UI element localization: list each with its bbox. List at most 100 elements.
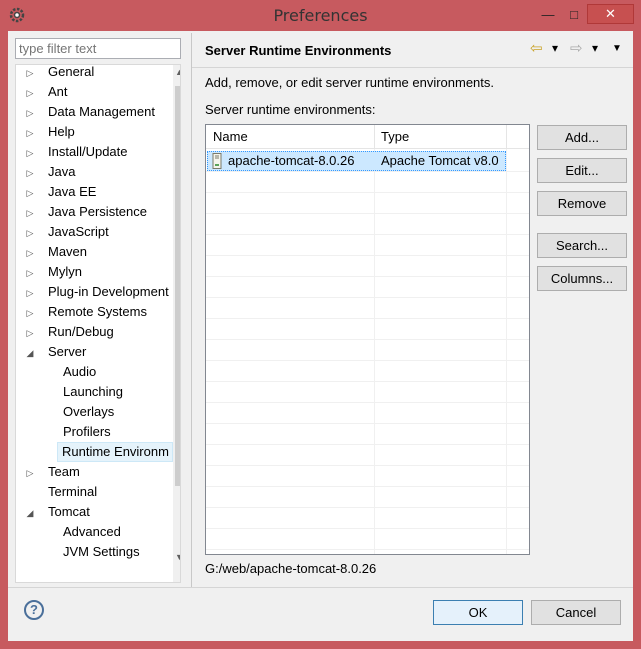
back-arrow-icon[interactable]: ⇦	[530, 39, 543, 57]
tree-item-label: Plug-in Development	[48, 284, 169, 299]
tree-item[interactable]: Runtime Environm	[57, 442, 173, 462]
tree-item[interactable]: Terminal	[24, 482, 97, 502]
tree-item[interactable]: JVM Settings	[63, 542, 140, 562]
tree-item[interactable]: ▷ Remote Systems	[24, 302, 147, 322]
tree-item[interactable]: Advanced	[63, 522, 121, 542]
tree-item[interactable]: ▷ Install/Update	[24, 142, 128, 162]
collapsed-arrow-icon[interactable]: ▷	[24, 163, 36, 183]
column-header-type[interactable]: Type	[381, 129, 409, 144]
scroll-down-icon[interactable]: ▼	[175, 552, 180, 562]
tree-item[interactable]: Overlays	[63, 402, 114, 422]
help-icon[interactable]: ?	[24, 600, 44, 620]
tree-item[interactable]: ▷ JavaScript	[24, 222, 109, 242]
row-gridline	[206, 339, 529, 340]
maximize-button[interactable]: □	[561, 4, 587, 24]
dialog-client: ▲ ▼ ◀ ▶ ▷General▷Ant▷Data Management▷Hel…	[8, 31, 633, 641]
collapsed-arrow-icon[interactable]: ▷	[24, 65, 36, 83]
collapsed-arrow-icon[interactable]: ▷	[24, 203, 36, 223]
collapsed-arrow-icon[interactable]: ▷	[24, 463, 36, 483]
tree-item[interactable]: ▷ Team	[24, 462, 80, 482]
tree-item-label: Audio	[63, 364, 97, 379]
tree-item[interactable]: ◢ Tomcat	[24, 502, 90, 522]
tree-item[interactable]: ▷ Data Management	[24, 102, 155, 122]
collapsed-arrow-icon[interactable]: ▷	[24, 183, 36, 203]
title-bar[interactable]: Preferences — □ ✕	[0, 0, 641, 31]
tree-item-label: Mylyn	[48, 264, 82, 279]
divider	[192, 67, 633, 68]
row-gridline	[206, 297, 529, 298]
tree-item[interactable]: ▷ Ant	[24, 82, 68, 102]
edit-button[interactable]: Edit...	[537, 158, 627, 183]
tree-item[interactable]: ▷ Java EE	[24, 182, 97, 203]
tree-item-label: Terminal	[48, 484, 98, 499]
tree-item[interactable]: Launching	[63, 382, 123, 402]
collapsed-arrow-icon[interactable]: ▷	[24, 123, 36, 143]
runtime-name-cell: apache-tomcat-8.0.26	[228, 153, 355, 168]
collapsed-arrow-icon[interactable]: ▷	[24, 223, 36, 243]
tree-item[interactable]: ◢ Server	[24, 342, 87, 363]
tree-vertical-scrollbar[interactable]: ▲ ▼	[173, 65, 180, 582]
collapsed-arrow-icon[interactable]: ▷	[24, 143, 36, 163]
tree-item[interactable]: ▷ Mylyn	[24, 262, 82, 282]
page-title: Server Runtime Environments	[205, 43, 392, 58]
column-divider[interactable]	[506, 125, 507, 149]
tree-item-label: Advanced	[63, 524, 121, 539]
tree-item-label: Java Persistence	[48, 204, 147, 219]
ok-button[interactable]: OK	[433, 600, 523, 625]
tree-item-label: Team	[48, 464, 80, 479]
tree-item[interactable]: ▷ Help	[24, 122, 75, 142]
tree-item-label: Java EE	[48, 184, 97, 199]
row-gridline	[206, 507, 529, 508]
runtime-list-label: Server runtime environments:	[205, 102, 376, 117]
tree-item[interactable]: ▷ General	[24, 65, 95, 83]
tree-item-label: JavaScript	[48, 224, 109, 239]
row-gridline	[206, 528, 529, 529]
row-gridline	[206, 234, 529, 235]
preferences-window: Preferences — □ ✕ ▲ ▼ ◀ ▶ ▷General▷Ant▷D…	[0, 0, 641, 649]
close-button[interactable]: ✕	[587, 4, 634, 24]
tree-item[interactable]: ▷ Run/Debug	[24, 322, 114, 342]
view-menu-icon[interactable]: ▼	[612, 43, 622, 54]
row-gridline	[206, 486, 529, 487]
tree-item[interactable]: Audio	[63, 362, 96, 382]
filter-input[interactable]	[15, 38, 181, 59]
minimize-button[interactable]: —	[535, 4, 561, 24]
row-gridline	[206, 444, 529, 445]
tree-item[interactable]: ▷ Java Persistence	[24, 202, 147, 222]
collapsed-arrow-icon[interactable]: ▷	[24, 323, 36, 343]
expanded-arrow-icon[interactable]: ◢	[24, 503, 36, 523]
tree-item[interactable]: Profilers	[63, 422, 111, 442]
collapsed-arrow-icon[interactable]: ▷	[24, 303, 36, 323]
collapsed-arrow-icon[interactable]: ▷	[24, 103, 36, 123]
column-gridline	[506, 149, 507, 554]
tree-item[interactable]: ▷ Java	[24, 162, 76, 183]
column-header-name[interactable]: Name	[213, 129, 248, 144]
collapsed-arrow-icon[interactable]: ▷	[24, 283, 36, 303]
column-divider[interactable]	[374, 125, 375, 149]
back-menu-icon[interactable]: ▾	[552, 41, 558, 55]
row-gridline	[206, 423, 529, 424]
columns-button[interactable]: Columns...	[537, 266, 627, 291]
tree-item-label: Overlays	[63, 404, 115, 419]
remove-button[interactable]: Remove	[537, 191, 627, 216]
tree-item-label: Remote Systems	[48, 304, 147, 319]
cancel-button[interactable]: Cancel	[531, 600, 621, 625]
row-gridline	[206, 381, 529, 382]
tree-item-label: Server	[48, 344, 87, 359]
collapsed-arrow-icon[interactable]: ▷	[24, 83, 36, 103]
tree-item[interactable]: ▷ Maven	[24, 242, 88, 263]
tree-item[interactable]: ▷ Plug-in Development	[24, 282, 169, 302]
table-header: Name Type	[206, 125, 529, 149]
collapsed-arrow-icon[interactable]: ▷	[24, 263, 36, 283]
tree-item-label: Data Management	[48, 104, 155, 119]
search-button[interactable]: Search...	[537, 233, 627, 258]
expanded-arrow-icon[interactable]: ◢	[24, 343, 36, 363]
row-gridline	[206, 402, 529, 403]
add-button[interactable]: Add...	[537, 125, 627, 150]
preference-page: Server Runtime Environments ⇦ ▾ ⇨ ▾ ▼ Ad…	[192, 31, 633, 587]
collapsed-arrow-icon[interactable]: ▷	[24, 243, 36, 263]
scroll-up-icon[interactable]: ▲	[175, 67, 180, 77]
page-description: Add, remove, or edit server runtime envi…	[205, 75, 495, 90]
tree-item-label: Java	[48, 164, 76, 179]
scroll-thumb[interactable]	[175, 86, 180, 486]
